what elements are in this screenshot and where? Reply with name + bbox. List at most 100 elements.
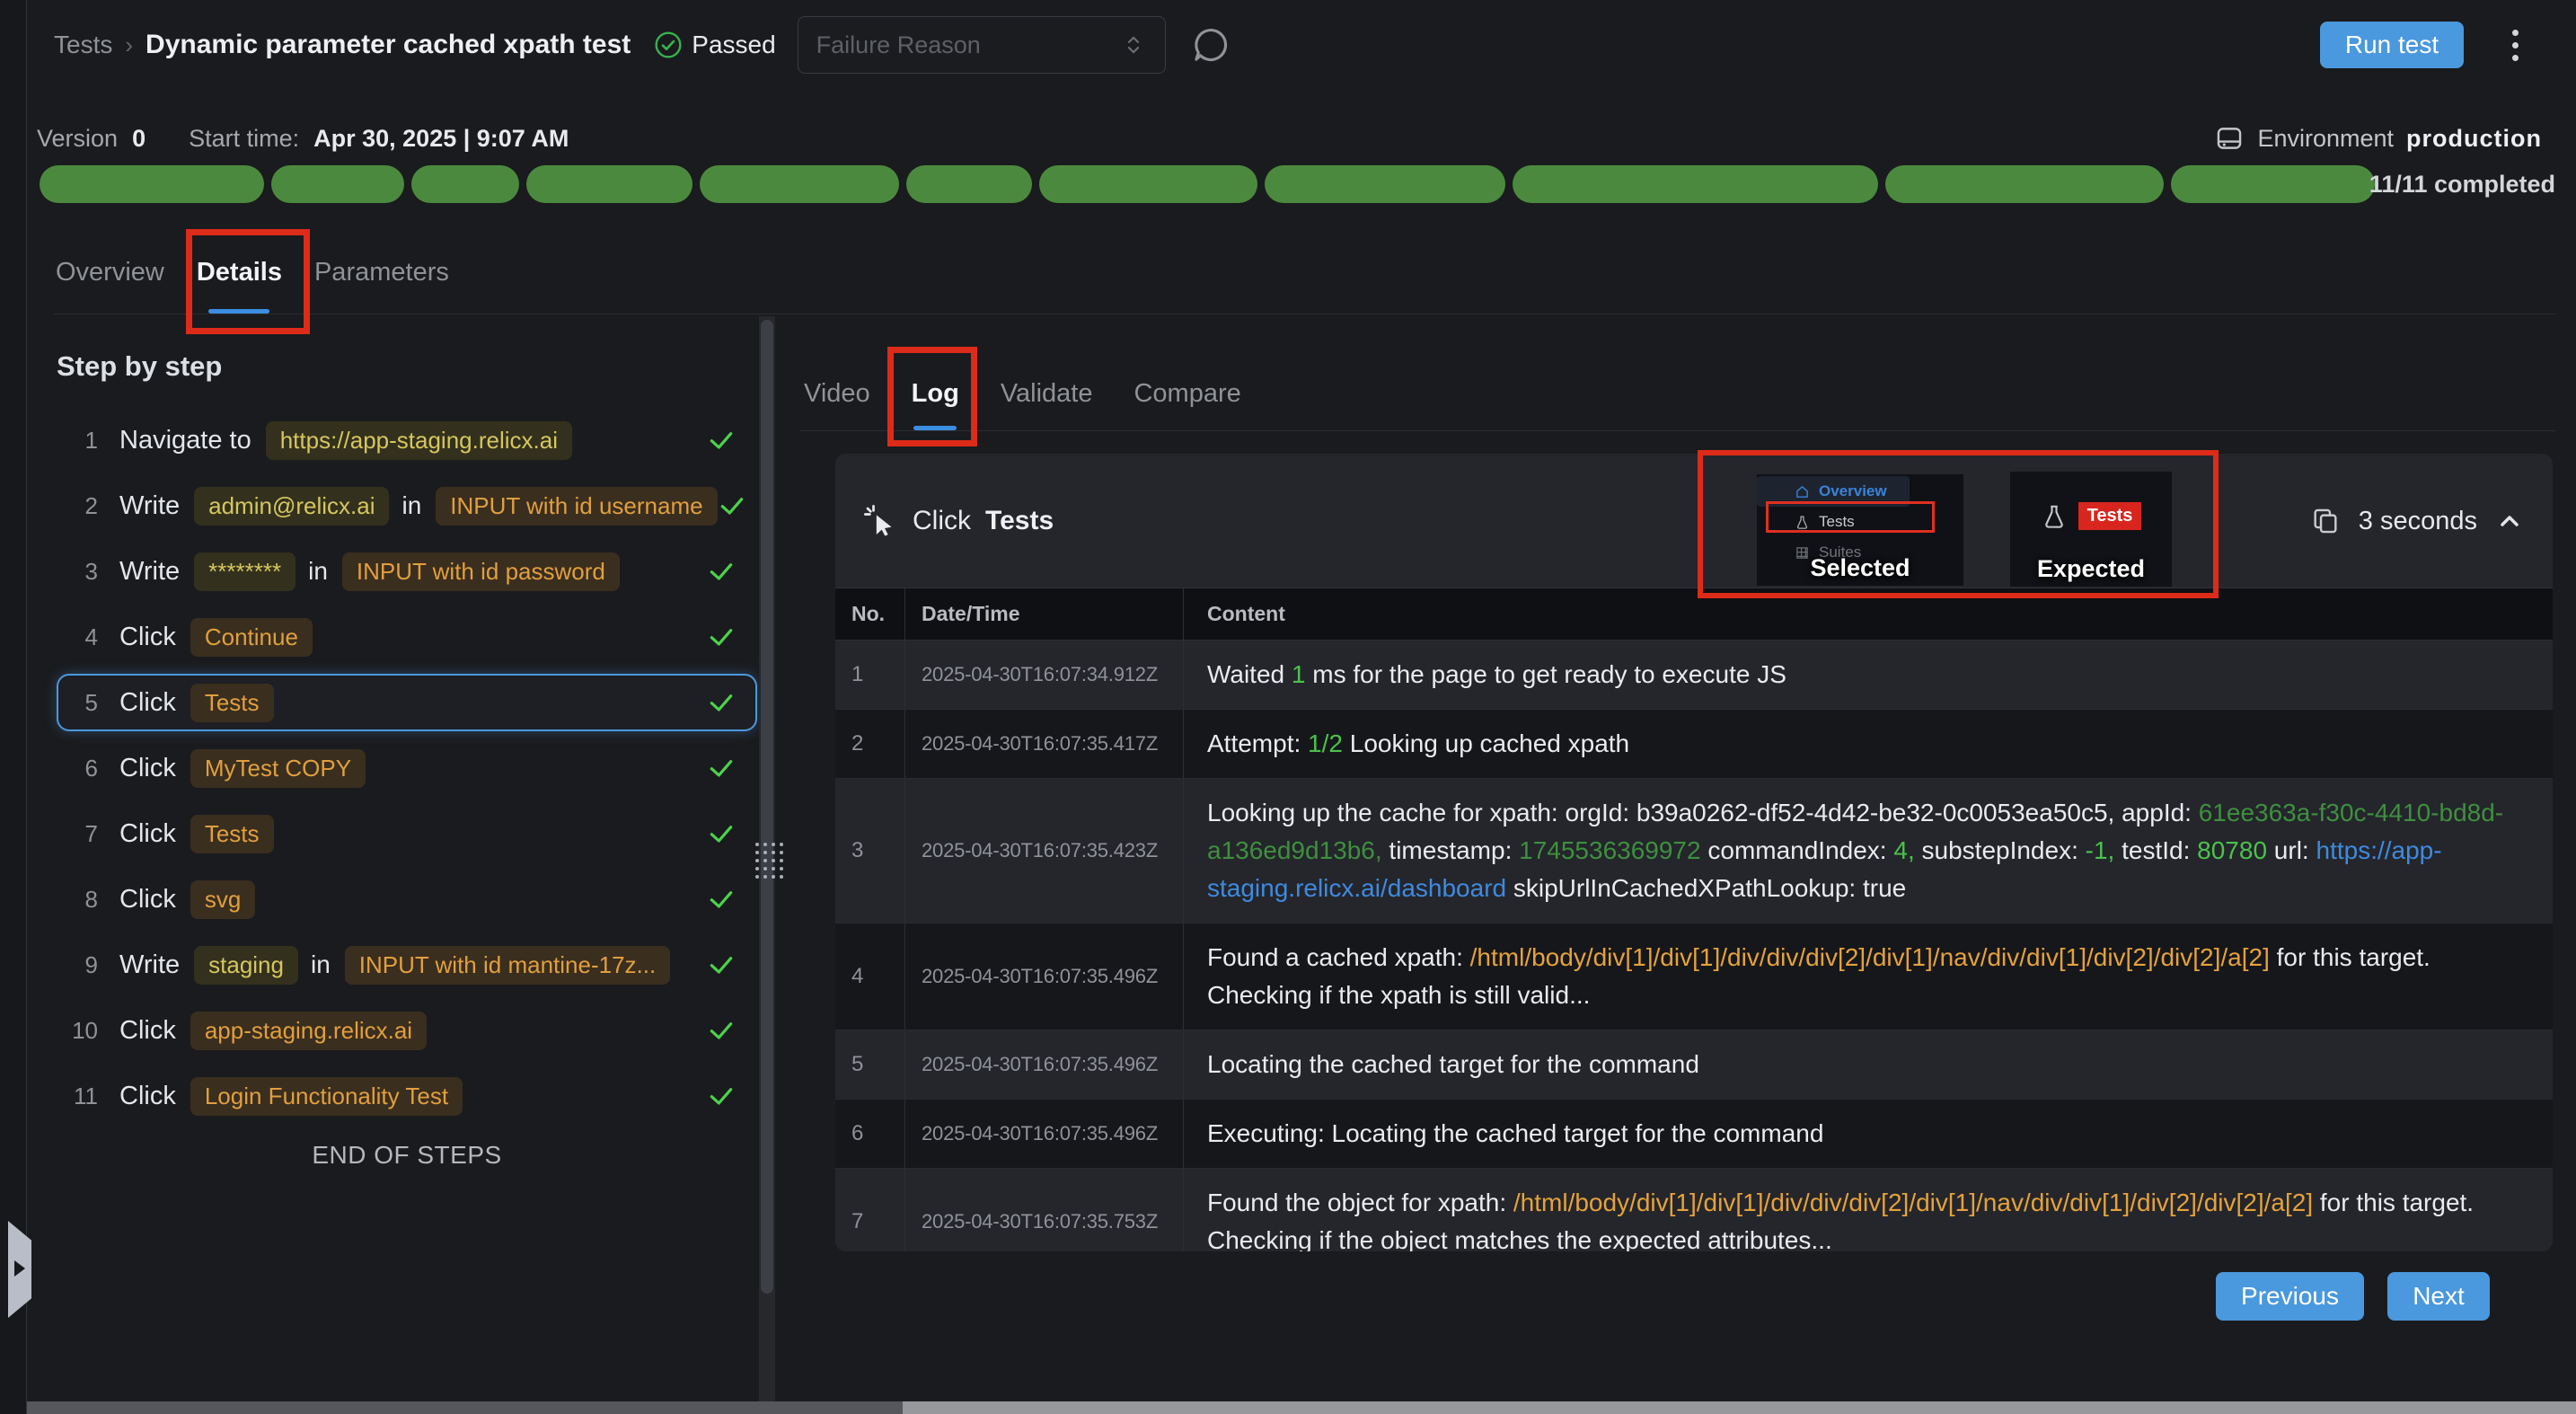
step-target-chip: INPUT with id mantine-17z...	[345, 946, 670, 985]
step-row-6[interactable]: 6ClickMyTest COPY	[57, 739, 757, 797]
kebab-menu-icon[interactable]	[2507, 24, 2524, 66]
step-row-5[interactable]: 5 Click Tests	[57, 674, 757, 731]
step-action: Click	[119, 819, 176, 849]
progress-segment-8	[1265, 165, 1505, 203]
step-row-4[interactable]: 4ClickContinue	[57, 608, 757, 666]
command-target: Tests	[985, 506, 1054, 536]
tab-video[interactable]: Video	[802, 358, 872, 430]
step-status	[707, 426, 736, 455]
step-number: 6	[67, 755, 98, 782]
annotation-box-log-tab	[887, 347, 977, 446]
copy-log-button[interactable]	[2310, 506, 2341, 536]
step-row-10[interactable]: 10Clickapp-staging.relicx.ai	[57, 1002, 757, 1059]
step-check-icon	[707, 1082, 736, 1110]
collapse-log-button[interactable]	[2495, 507, 2524, 535]
start-time-label: Start time:	[189, 125, 299, 153]
step-row-7[interactable]: 7 Click Tests	[57, 805, 757, 862]
horizontal-scrollbar[interactable]	[27, 1401, 2576, 1414]
step-value-chip: admin@relicx.ai	[194, 487, 389, 526]
step-row-8[interactable]: 8Clicksvg	[57, 870, 757, 928]
step-row-1[interactable]: 1Navigate tohttps://app-staging.relicx.a…	[57, 411, 757, 469]
step-target-chip: Tests	[190, 815, 274, 853]
step-action: Click	[119, 688, 176, 718]
progress-segment-11	[2171, 165, 2375, 203]
selected-thumbnail-label: Selected	[1757, 554, 1963, 582]
end-of-steps-label: END OF STEPS	[57, 1141, 757, 1170]
tab-parameters[interactable]: Parameters	[313, 232, 451, 314]
step-number: 3	[67, 558, 98, 586]
progress-segment-2	[271, 165, 404, 203]
tab-compare[interactable]: Compare	[1132, 358, 1242, 430]
log-row-4: 42025-04-30T16:07:35.496ZFound a cached …	[835, 924, 2553, 1030]
log-row-content: Attempt: 1/2 Looking up cached xpath	[1184, 710, 2553, 778]
chevron-up-icon	[2495, 507, 2524, 535]
steps-scrollbar-thumb[interactable]	[761, 320, 773, 1294]
progress-segment-6	[906, 165, 1032, 203]
step-number: 11	[67, 1083, 98, 1110]
copy-icon	[2310, 506, 2341, 536]
previous-button[interactable]: Previous	[2216, 1272, 2364, 1321]
step-action: Click	[119, 1016, 176, 1046]
breadcrumb-separator: ›	[125, 31, 133, 59]
step-status	[707, 1016, 736, 1045]
failure-reason-select[interactable]: Failure Reason	[798, 16, 1166, 74]
step-action: Write	[119, 557, 180, 587]
step-check-icon	[707, 557, 736, 586]
environment-label: Environment	[2257, 125, 2394, 153]
log-row-number: 6	[835, 1100, 905, 1168]
panel-resize-handle-icon[interactable]	[755, 843, 783, 879]
log-row-text: Executing: Locating the cached target fo…	[1207, 1115, 1823, 1153]
step-row-11[interactable]: 11ClickLogin Functionality Test	[57, 1067, 757, 1125]
comment-button[interactable]	[1191, 25, 1231, 65]
log-row-content: Looking up the cache for xpath: orgId: b…	[1184, 779, 2553, 923]
progress-segment-3	[411, 165, 519, 203]
step-status	[707, 1082, 736, 1110]
pager: Previous Next	[2216, 1272, 2490, 1321]
step-status	[707, 819, 736, 848]
status-text: Passed	[692, 31, 775, 59]
log-row-7: 72025-04-30T16:07:35.753ZFound the objec…	[835, 1169, 2553, 1251]
step-number: 1	[67, 427, 98, 455]
step-row-2[interactable]: 2Writeadmin@relicx.aiinINPUT with id use…	[57, 477, 757, 535]
next-button[interactable]: Next	[2387, 1272, 2490, 1321]
log-row-text: Waited 1 ms for the page to get ready to…	[1207, 656, 1786, 694]
step-action: Click	[119, 754, 176, 783]
step-target-chip: svg	[190, 880, 255, 919]
log-row-6: 62025-04-30T16:07:35.496ZExecuting: Loca…	[835, 1100, 2553, 1169]
step-check-icon	[707, 950, 736, 979]
run-test-button[interactable]: Run test	[2320, 22, 2464, 68]
failure-reason-placeholder: Failure Reason	[816, 31, 981, 59]
step-number: 7	[67, 820, 98, 848]
step-number: 8	[67, 886, 98, 914]
step-action: Click	[119, 623, 176, 652]
log-row-number: 4	[835, 924, 905, 1030]
progress-segments	[40, 165, 2375, 203]
step-target-chip: INPUT with id password	[342, 552, 620, 591]
log-row-content: Found the object for xpath: /html/body/d…	[1184, 1169, 2553, 1251]
step-number: 5	[67, 689, 98, 717]
horizontal-scrollbar-thumb[interactable]	[27, 1401, 903, 1414]
log-row-2: 22025-04-30T16:07:35.417ZAttempt: 1/2 Lo…	[835, 710, 2553, 779]
expected-thumbnail-label: Expected	[2010, 555, 2172, 583]
expand-sidebar-handle[interactable]	[8, 1221, 31, 1318]
step-value-chip: https://app-staging.relicx.ai	[266, 421, 572, 460]
version-value: 0	[132, 125, 146, 153]
step-check-icon	[707, 426, 736, 455]
step-connector: in	[401, 491, 421, 520]
run-meta-row: Version 0 Start time: Apr 30, 2025 | 9:0…	[37, 113, 2542, 163]
log-row-number: 3	[835, 779, 905, 923]
progress-segment-7	[1039, 165, 1257, 203]
step-row-9[interactable]: 9WritestaginginINPUT with id mantine-17z…	[57, 936, 757, 994]
log-row-content: Executing: Locating the cached target fo…	[1184, 1100, 2553, 1168]
step-by-step-panel: Step by step 1Navigate tohttps://app-sta…	[57, 350, 757, 1170]
step-target-chip: Tests	[190, 684, 274, 722]
step-row-3[interactable]: 3Write********inINPUT with id password	[57, 543, 757, 600]
tab-validate[interactable]: Validate	[999, 358, 1095, 430]
topbar: Tests › Dynamic parameter cached xpath t…	[54, 0, 1231, 90]
tab-overview[interactable]: Overview	[54, 232, 166, 314]
log-card-header: Click Tests OverviewTestsSuites Selected…	[835, 454, 2553, 588]
right-triangle-icon	[14, 1260, 25, 1277]
step-action: Write	[119, 491, 180, 521]
step-target-chip: Continue	[190, 618, 313, 657]
breadcrumb-tests[interactable]: Tests	[54, 31, 112, 59]
